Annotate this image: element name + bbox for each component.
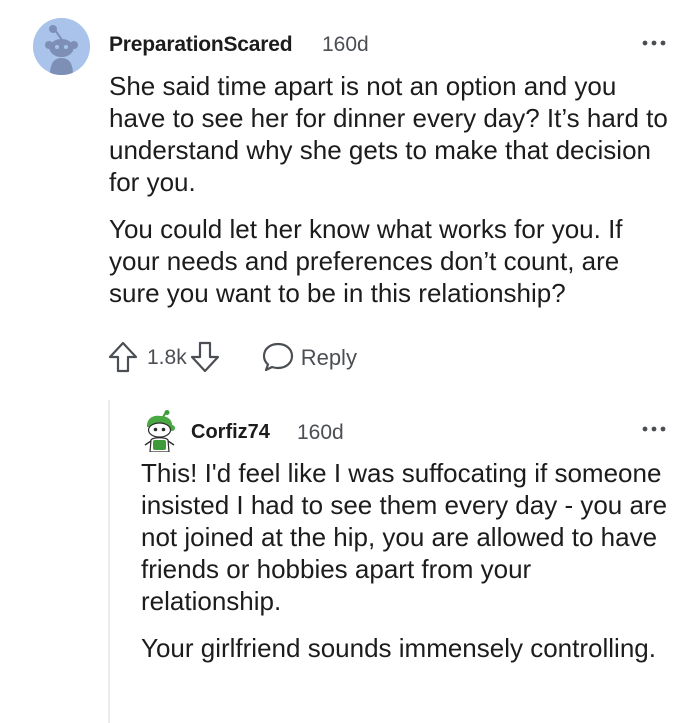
comment-body: She said time apart is not an option and… <box>109 70 669 324</box>
reply-button[interactable]: Reply <box>261 340 357 374</box>
reply-paragraph: Your girlfriend sounds immensely control… <box>141 633 656 663</box>
reply-paragraph: This! I'd feel like I was suffocating if… <box>141 458 668 616</box>
reply-author[interactable]: Corfiz74 <box>191 421 270 444</box>
vote-count: 1.8k <box>147 346 187 369</box>
comment-age: 160d <box>322 33 369 56</box>
reddit-snoo-avatar-icon <box>33 18 90 75</box>
green-snoo-avatar-icon <box>144 410 175 453</box>
reply-label: Reply <box>300 345 357 370</box>
reply-age: 160d <box>297 421 344 444</box>
comment-actions: 1.8k Reply <box>107 339 357 375</box>
thread-line[interactable] <box>108 400 110 723</box>
reply-body: This! I'd feel like I was suffocating if… <box>141 457 676 679</box>
comment-author[interactable]: PreparationScared <box>109 33 293 57</box>
avatar[interactable] <box>33 18 90 75</box>
more-options-icon[interactable] <box>641 418 667 438</box>
more-options-icon[interactable] <box>641 32 667 52</box>
downvote-arrow-icon[interactable] <box>189 340 221 374</box>
upvote-arrow-icon[interactable] <box>107 340 139 374</box>
speech-bubble-icon <box>261 340 295 374</box>
comment-paragraph: She said time apart is not an option and… <box>109 71 668 197</box>
comment-paragraph: You could let her know what works for yo… <box>109 214 623 308</box>
avatar[interactable] <box>141 410 178 453</box>
